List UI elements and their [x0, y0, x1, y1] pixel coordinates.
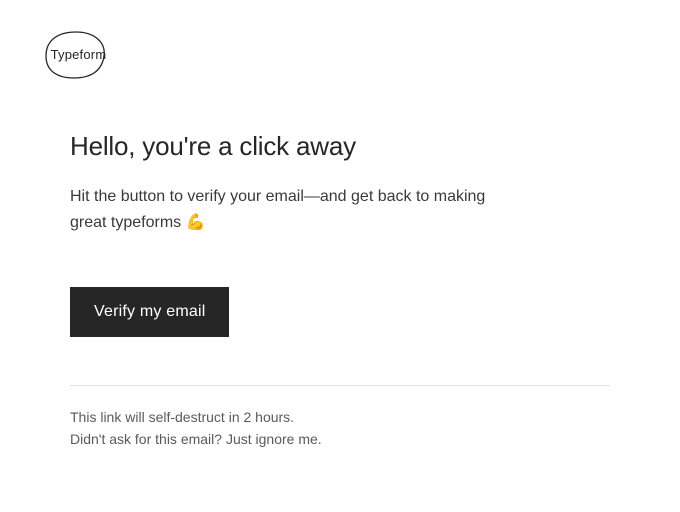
footer-expiry-text: This link will self-destruct in 2 hours.	[70, 406, 610, 428]
main-content: Hello, you're a click away Hit the butto…	[0, 87, 680, 337]
footer: This link will self-destruct in 2 hours.…	[0, 386, 680, 451]
footer-ignore-text: Didn't ask for this email? Just ignore m…	[70, 428, 610, 450]
logo-area: Typeform	[0, 0, 680, 87]
email-container: Typeform Hello, you're a click away Hit …	[0, 0, 680, 451]
typeform-logo: Typeform	[40, 28, 114, 82]
logo-text: Typeform	[51, 47, 107, 62]
heading: Hello, you're a click away	[70, 131, 610, 162]
body-text: Hit the button to verify your email—and …	[70, 184, 510, 237]
verify-email-button[interactable]: Verify my email	[70, 287, 229, 337]
